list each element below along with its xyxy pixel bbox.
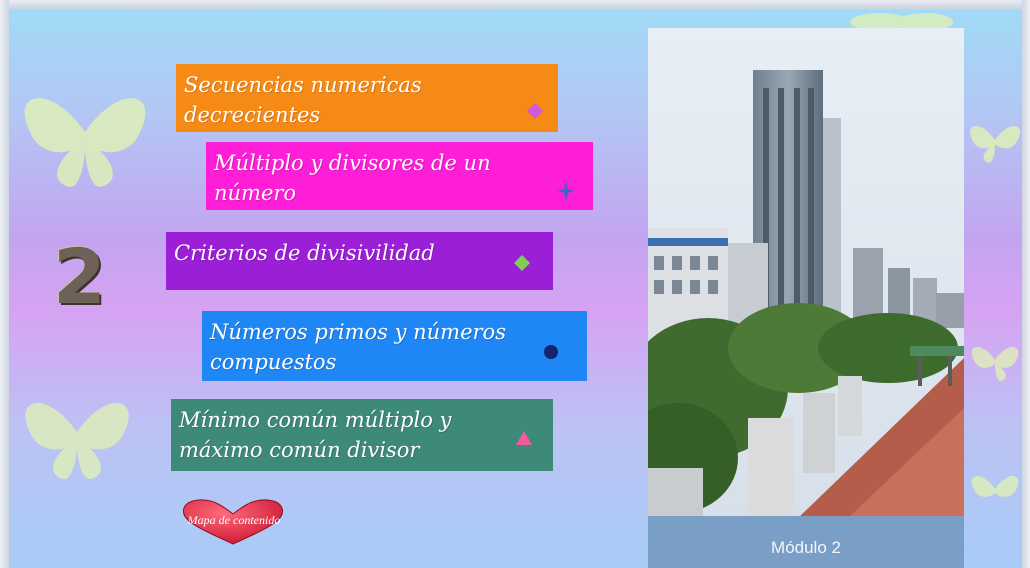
diamond-icon bbox=[527, 103, 543, 119]
city-photo bbox=[648, 28, 964, 518]
menu-item-multiplo-divisores[interactable]: Múltiplo y divisores de un número bbox=[206, 142, 593, 210]
menu-item-label: Criterios de divisivilidad bbox=[174, 241, 435, 265]
content-map-label: Mapa de contenido bbox=[187, 513, 281, 527]
butterfly-icon bbox=[971, 346, 1019, 382]
butterfly-icon bbox=[25, 402, 129, 480]
menu-item-label: Números primos y números compuestos bbox=[210, 320, 506, 374]
menu-item-label: Secuencias numericas decrecientes bbox=[184, 73, 422, 127]
butterfly-icon bbox=[971, 475, 1019, 497]
slide-canvas: { "slide": { "number": "2", "caption": "… bbox=[0, 0, 1030, 568]
caption-bar: Módulo 2 bbox=[648, 516, 964, 568]
module-caption: Módulo 2 bbox=[771, 538, 841, 557]
window-left-edge bbox=[0, 0, 9, 568]
diamond-icon bbox=[514, 255, 530, 271]
menu-item-primos-compuestos[interactable]: Números primos y números compuestos bbox=[202, 311, 587, 381]
butterfly-icon bbox=[24, 98, 146, 187]
menu-item-secuencias[interactable]: Secuencias numericas decrecientes bbox=[176, 64, 558, 132]
menu-item-label: Mínimo común múltiplo y máximo común div… bbox=[179, 408, 452, 462]
triangle-icon bbox=[516, 431, 532, 445]
menu-item-criterios[interactable]: Criterios de divisivilidad bbox=[166, 232, 553, 290]
menu-item-mcm-mcd[interactable]: Mínimo común múltiplo y máximo común div… bbox=[171, 399, 553, 471]
butterfly-icon bbox=[970, 126, 1020, 163]
window-top-edge bbox=[0, 0, 1030, 10]
content-map-button[interactable]: Mapa de contenido bbox=[178, 498, 288, 546]
circle-icon bbox=[544, 345, 558, 359]
menu-item-label: Múltiplo y divisores de un número bbox=[214, 151, 491, 205]
slide-number: 2 bbox=[53, 232, 106, 321]
star-icon bbox=[557, 180, 575, 202]
